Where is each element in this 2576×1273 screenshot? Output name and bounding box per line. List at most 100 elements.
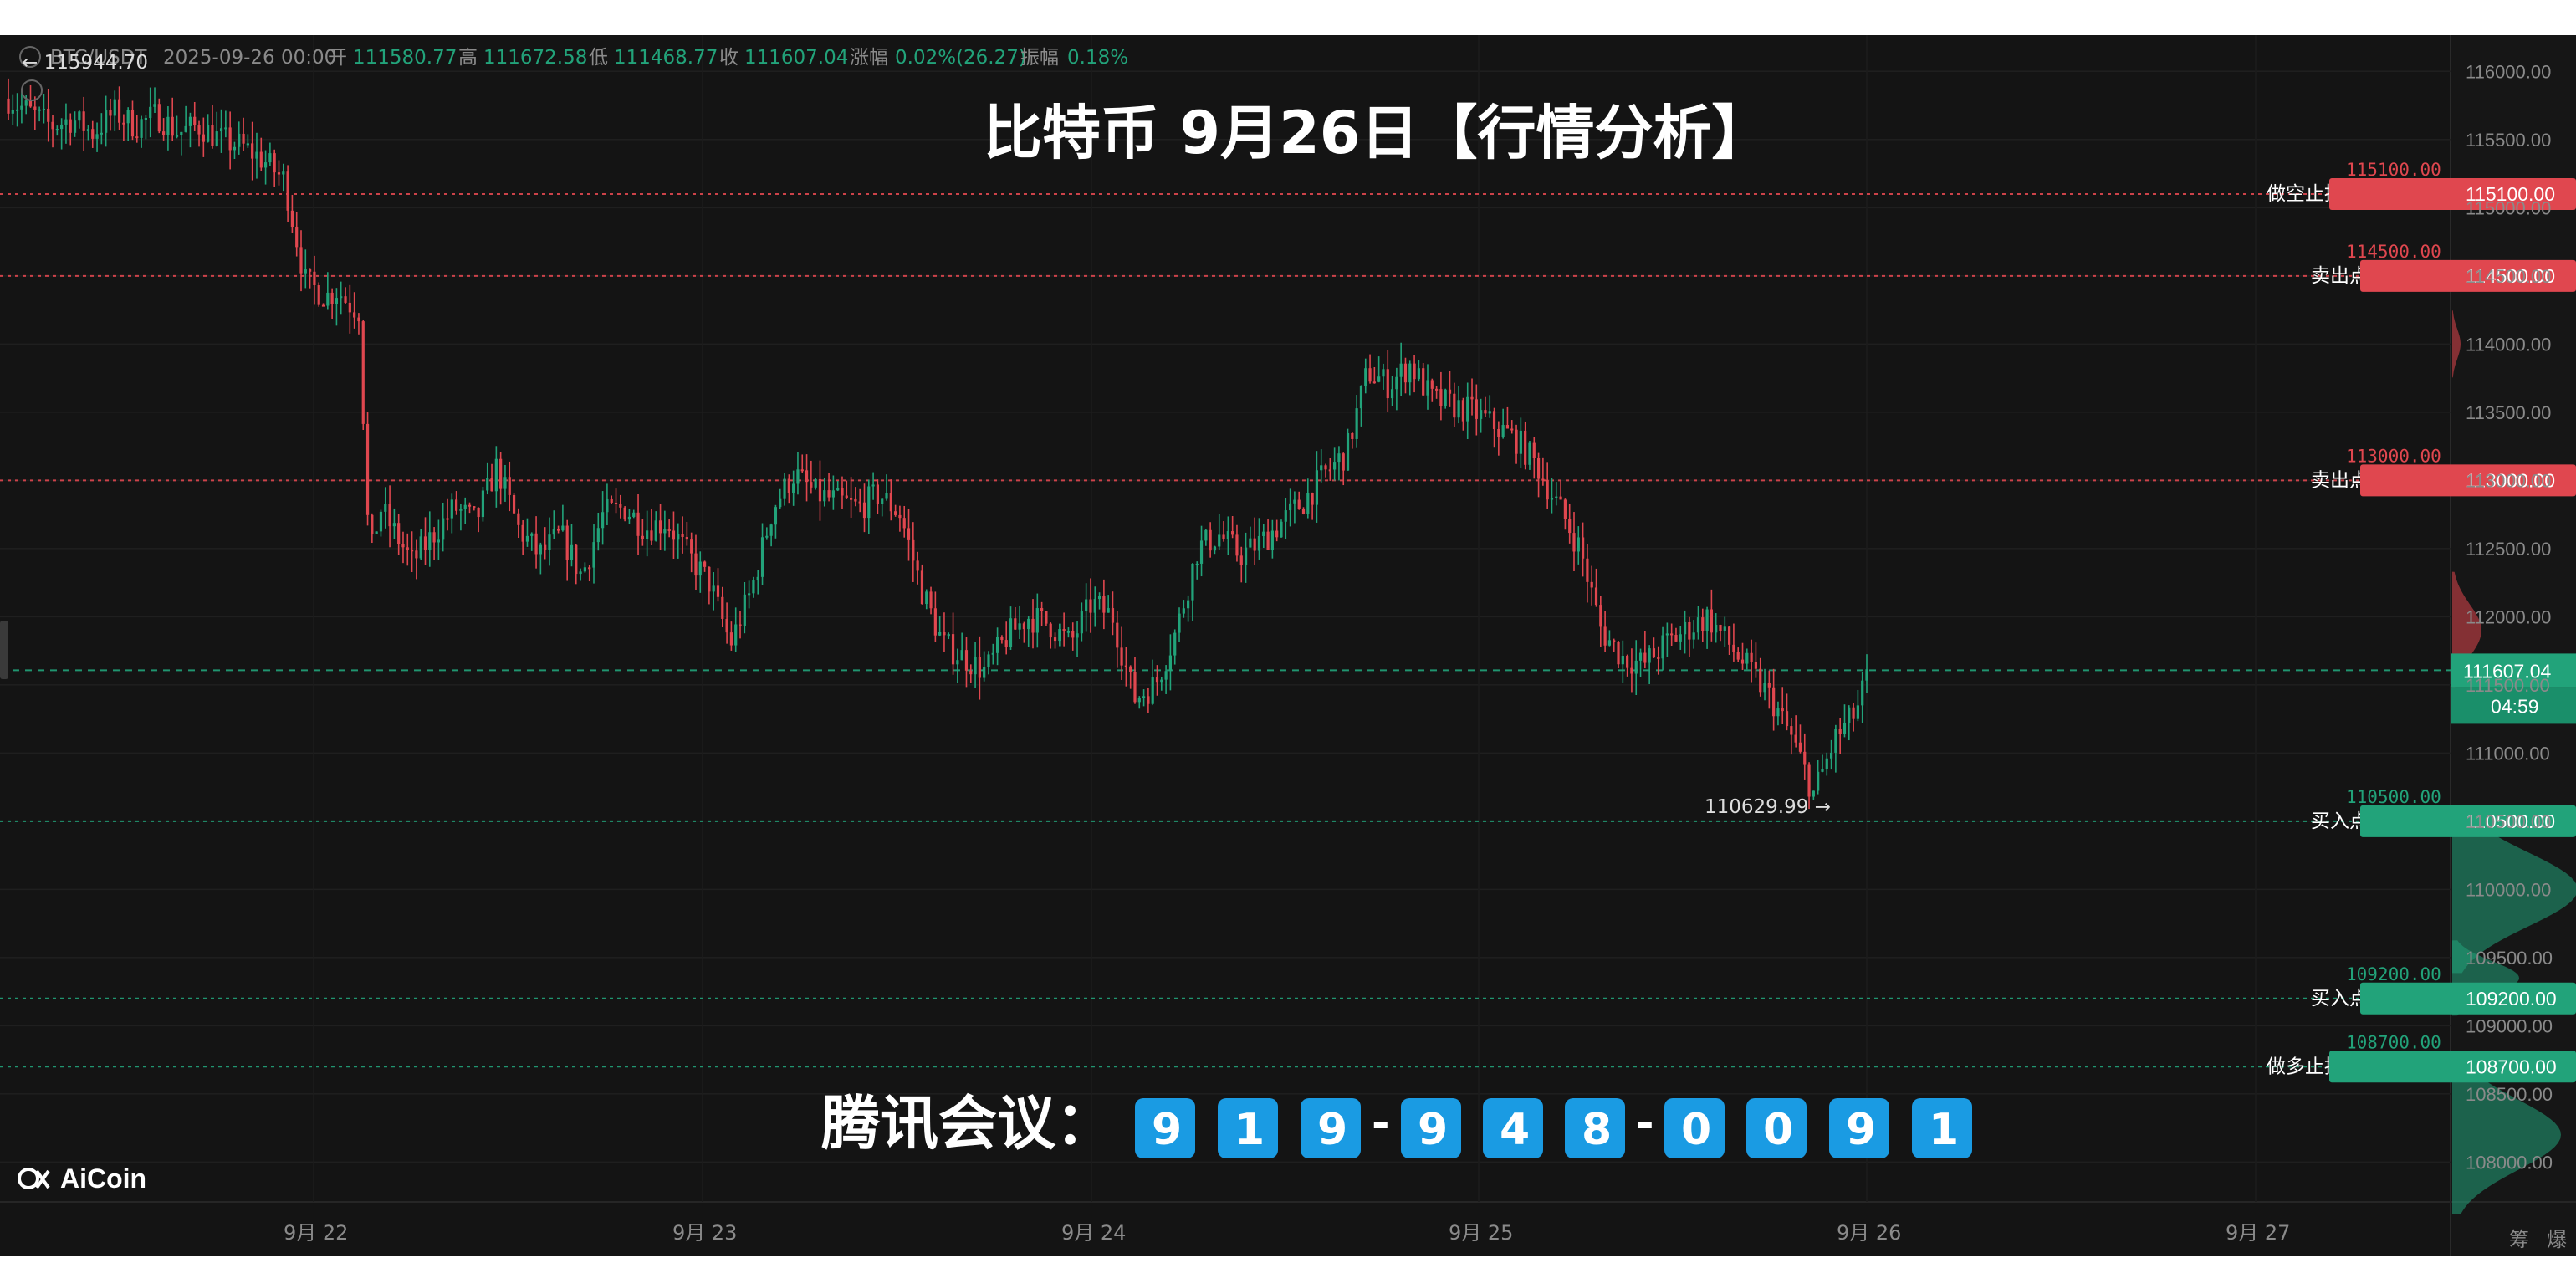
candle-body (277, 172, 281, 175)
y-tick-label: 114500.00 (2466, 266, 2551, 287)
candle-body (876, 484, 880, 504)
candle-body (521, 524, 524, 542)
candle-body (1133, 672, 1137, 703)
candle-body (881, 498, 884, 504)
candle-body (1759, 668, 1762, 693)
candle-body (130, 110, 135, 137)
candle-body (1085, 599, 1088, 612)
candle-body (1399, 363, 1403, 377)
candle-body (1524, 430, 1527, 465)
candle-body (1536, 458, 1541, 479)
header-field: 振幅 (1020, 47, 1059, 69)
candle-body (1834, 729, 1837, 753)
candle-body (1160, 679, 1163, 683)
candle-body (219, 128, 223, 132)
candle-body (477, 507, 480, 518)
candle-body (1390, 389, 1394, 399)
y-tick-label: 110500.00 (2466, 811, 2551, 832)
candle-body (552, 529, 555, 535)
candle-body (1284, 510, 1287, 522)
candle-body (667, 529, 671, 531)
candle-body (392, 523, 396, 527)
candle-body (1191, 563, 1194, 601)
candle-body (1195, 563, 1199, 565)
candle-body (379, 511, 383, 532)
candle-body (810, 482, 813, 488)
candle-body (1430, 380, 1434, 389)
header-field: 111607.04 (744, 47, 848, 69)
candle-body (703, 561, 707, 567)
candle-body (725, 618, 728, 633)
candle-body (202, 134, 205, 142)
candle-body (627, 516, 631, 520)
candle-body (650, 530, 653, 541)
candle-body (1852, 707, 1855, 719)
corner-label-chip: 筹 (2509, 1228, 2529, 1251)
meeting-digit: 0 (1681, 1105, 1711, 1155)
level-value-small: 115100.00 (2346, 160, 2441, 180)
candle-body (321, 304, 325, 307)
candle-body (78, 111, 81, 121)
meeting-digit: 1 (1234, 1105, 1265, 1155)
candle-body (1355, 408, 1358, 439)
y-tick-label: 111500.00 (2466, 675, 2550, 696)
candle-body (246, 143, 249, 146)
candle-body (947, 634, 950, 636)
candle-body (1586, 558, 1589, 582)
grid (0, 35, 2576, 1256)
candle-body (100, 132, 103, 135)
candle-body (365, 423, 370, 515)
candle-body (1790, 726, 1793, 735)
meeting-digit: 9 (1846, 1105, 1876, 1155)
candle-body (1204, 529, 1208, 541)
candle-body (978, 657, 981, 678)
candle-body (1422, 368, 1425, 396)
candle-body (672, 530, 676, 540)
candle-body (348, 302, 351, 313)
candle-body (149, 106, 152, 118)
candle-body (188, 116, 192, 126)
candle-body (579, 571, 582, 575)
candle-body (1461, 400, 1465, 422)
candle-body (575, 544, 578, 575)
candle-body (1151, 677, 1154, 704)
candle-body (525, 535, 529, 542)
candle-body (1342, 453, 1345, 471)
candle-body (166, 116, 170, 135)
candle-body (175, 135, 179, 137)
candle-body (313, 271, 316, 286)
candle-body (86, 129, 90, 131)
candle-body (326, 292, 330, 306)
candle-body (184, 125, 187, 132)
candle-body (1253, 538, 1256, 551)
candle-body (60, 124, 64, 130)
candle-body (1701, 617, 1705, 631)
candle-body (1736, 652, 1740, 660)
candle-body (570, 544, 574, 561)
candle-body (1364, 368, 1367, 386)
candle-body (796, 469, 800, 484)
candle-body (1187, 600, 1190, 609)
candle-body (601, 512, 605, 529)
candlestick-chart[interactable]: 做空止损点115100.00115100.00卖出点2114500.001145… (0, 35, 2576, 1256)
candle-body (1058, 629, 1061, 642)
candle-body (769, 524, 773, 536)
chart-area[interactable]: 做空止损点 115100.00 115100.00 卖出点2 114500.00 1145… (0, 35, 2576, 1256)
candle-body (1045, 611, 1048, 624)
candle-body (871, 484, 875, 487)
x-tick-label: 9月 27 (2226, 1221, 2290, 1245)
candle-body (619, 503, 622, 508)
candle-body (1142, 696, 1146, 698)
candle-body (1626, 656, 1629, 668)
candle-body (1861, 680, 1864, 706)
candle-body (907, 528, 911, 540)
candle-body (486, 478, 489, 491)
candle-body (929, 591, 933, 609)
candle-body (974, 657, 977, 675)
candle-body (171, 116, 174, 136)
candle-body (1603, 626, 1607, 646)
candle-body (473, 506, 476, 509)
candle-body (889, 493, 892, 512)
candle-body (197, 125, 201, 135)
header-field: 收 (719, 47, 739, 69)
